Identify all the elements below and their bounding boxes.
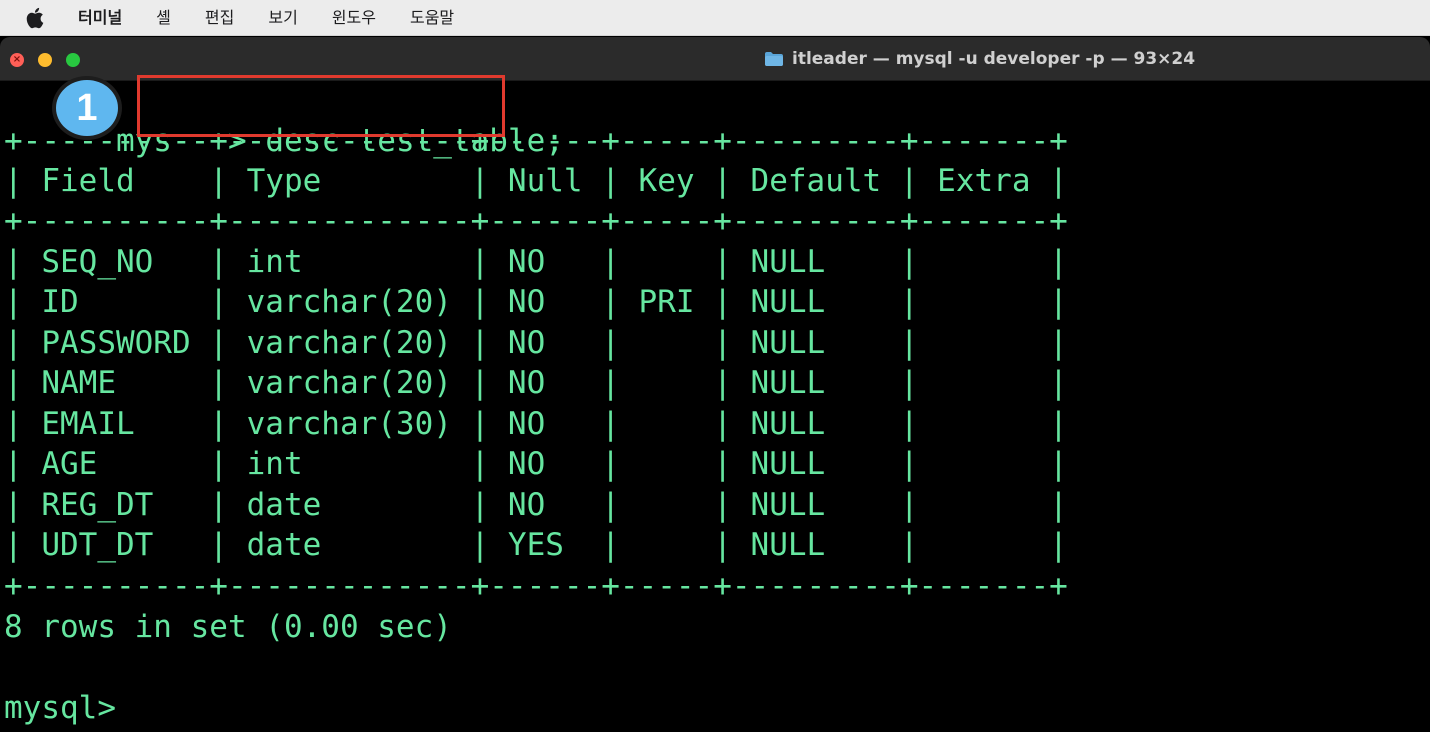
close-window-button[interactable]: × [10,53,24,67]
table-border-bottom: +----------+-------------+------+-----+-… [4,568,1068,604]
table-row: | NAME | varchar(20) | NO | | NULL | | [4,365,1068,401]
step-badge: 1 [52,76,122,140]
final-prompt: mysql> [4,690,116,726]
menu-app-terminal[interactable]: 터미널 [64,0,139,36]
menu-view[interactable]: 보기 [251,0,314,36]
menu-window[interactable]: 윈도우 [315,0,393,36]
table-row: | SEQ_NO | int | NO | | NULL | | [4,244,1068,280]
window-title: itleader — mysql -u developer -p — 93×24 [764,37,1195,81]
table-header-row: | Field | Type | Null | Key | Default | … [4,163,1068,199]
terminal-output[interactable]: mys > desc test_table; +----------+-----… [4,81,1424,726]
result-summary: 8 rows in set (0.00 sec) [4,609,452,645]
table-row: | UDT_DT | date | YES | | NULL | | [4,527,1068,563]
menu-bar: 터미널 셸 편집 보기 윈도우 도움말 [0,0,1430,36]
menu-shell[interactable]: 셸 [139,0,188,36]
table-row: | EMAIL | varchar(30) | NO | | NULL | | [4,406,1068,442]
table-row: | REG_DT | date | NO | | NULL | | [4,487,1068,523]
table-border-mid: +----------+-------------+------+-----+-… [4,203,1068,239]
menu-edit[interactable]: 편집 [188,0,251,36]
menu-help[interactable]: 도움말 [393,0,471,36]
table-row: | AGE | int | NO | | NULL | | [4,446,1068,482]
command-highlight-box [137,75,505,137]
table-row: | ID | varchar(20) | NO | PRI | NULL | | [4,284,1068,320]
table-row: | PASSWORD | varchar(20) | NO | | NULL |… [4,325,1068,361]
zoom-window-button[interactable] [66,53,80,67]
close-icon: × [12,54,22,65]
terminal-window: × itleader — mysql -u developer -p — 93×… [0,37,1430,732]
final-prompt-line: mysql> [4,688,116,728]
apple-icon[interactable] [24,7,46,29]
folder-icon [764,51,784,67]
window-title-text: itleader — mysql -u developer -p — 93×24 [792,49,1196,69]
minimize-window-button[interactable] [38,53,52,67]
